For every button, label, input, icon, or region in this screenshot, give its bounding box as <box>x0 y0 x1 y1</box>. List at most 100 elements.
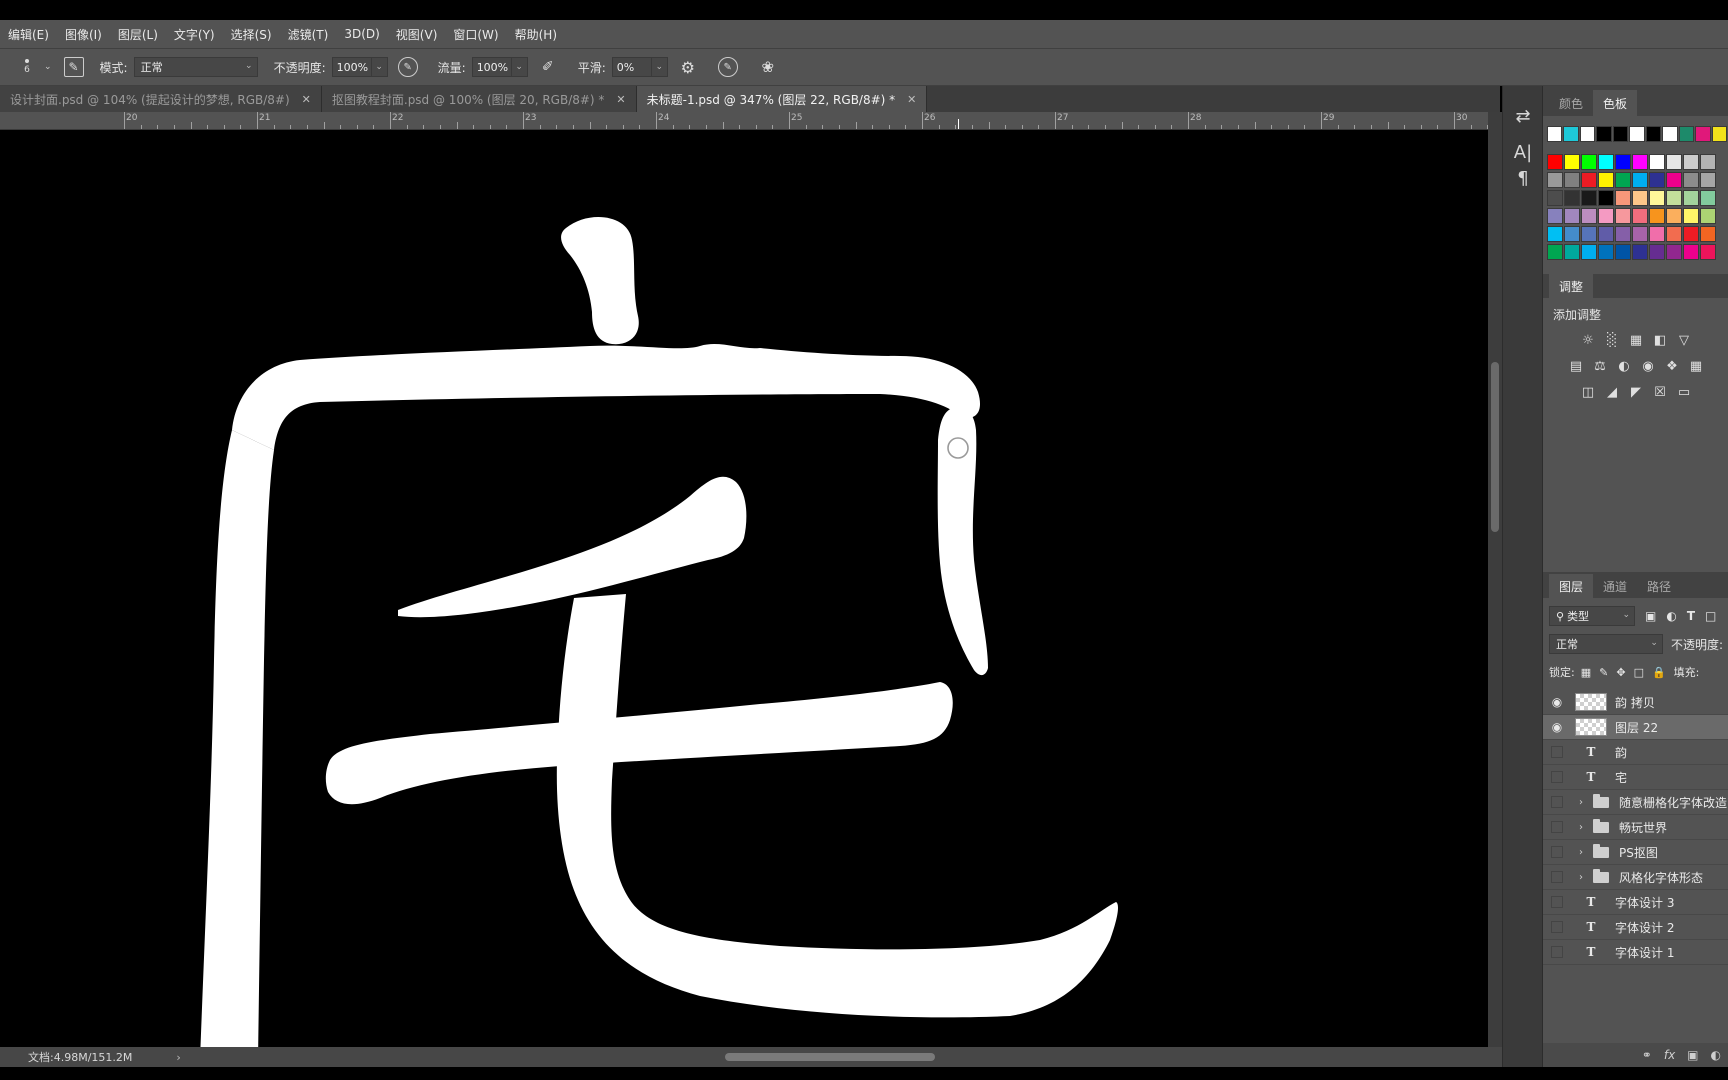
color-swatch[interactable] <box>1666 154 1682 170</box>
close-icon[interactable]: ✕ <box>616 93 625 106</box>
color-swatch[interactable] <box>1632 226 1648 242</box>
tab-document-active[interactable]: 未标题-1.psd @ 347% (图层 22, RGB/8#) * ✕ <box>636 86 928 112</box>
color-swatch[interactable] <box>1666 226 1682 242</box>
menu-filter[interactable]: 滤镜(T) <box>280 26 337 43</box>
visibility-toggle-box[interactable] <box>1551 921 1563 933</box>
eye-icon[interactable]: ◉ <box>1543 720 1571 734</box>
color-swatch[interactable] <box>1564 172 1580 188</box>
color-swatch[interactable] <box>1615 190 1631 206</box>
color-swatch[interactable] <box>1662 126 1678 142</box>
document-canvas[interactable] <box>0 130 1488 1047</box>
layer-row[interactable]: › 风格化字体形态 <box>1543 865 1728 890</box>
layer-kind-filter[interactable]: ⚲ 类型 ⌄ <box>1549 606 1635 626</box>
color-swatch[interactable] <box>1596 126 1612 142</box>
color-swatch[interactable] <box>1579 126 1596 142</box>
menu-view[interactable]: 视图(V) <box>388 26 446 43</box>
group-expand-chevron-icon[interactable]: › <box>1575 822 1587 833</box>
color-swatch[interactable] <box>1700 208 1716 224</box>
filter-adjustment-icon[interactable]: ◐ <box>1666 609 1676 623</box>
color-swatch[interactable] <box>1564 244 1580 260</box>
tab-swatches[interactable]: 色板 <box>1593 90 1638 116</box>
color-swatch[interactable] <box>1615 154 1631 170</box>
color-swatch[interactable] <box>1683 226 1699 242</box>
color-swatch[interactable] <box>1612 126 1629 142</box>
document-size-info[interactable]: 文档:4.98M/151.2M <box>28 1049 132 1065</box>
color-swatch[interactable] <box>1695 126 1711 142</box>
color-swatch[interactable] <box>1547 244 1563 260</box>
color-swatch[interactable] <box>1598 154 1614 170</box>
eye-icon[interactable] <box>1543 871 1571 883</box>
menu-window[interactable]: 窗口(W) <box>445 26 506 43</box>
brush-size-picker[interactable]: 6 <box>16 53 38 81</box>
tab-paths[interactable]: 路径 <box>1637 574 1681 598</box>
color-swatch[interactable] <box>1581 190 1597 206</box>
layer-row[interactable]: › 随意栅格化字体改造 <box>1543 790 1728 815</box>
color-swatch[interactable] <box>1598 244 1614 260</box>
color-swatch[interactable] <box>1700 190 1716 206</box>
brush-picker-chevron-icon[interactable]: ⌄ <box>44 62 52 72</box>
color-swatch[interactable] <box>1649 244 1665 260</box>
color-swatch[interactable] <box>1632 154 1648 170</box>
visibility-toggle-box[interactable] <box>1551 846 1563 858</box>
color-swatch[interactable] <box>1678 126 1695 142</box>
eye-icon[interactable] <box>1543 796 1571 808</box>
color-swatch[interactable] <box>1598 208 1614 224</box>
color-swatch[interactable] <box>1649 190 1665 206</box>
color-swatch[interactable] <box>1649 226 1665 242</box>
color-swatch[interactable] <box>1564 226 1580 242</box>
lock-position-icon[interactable]: ✥ <box>1616 666 1625 679</box>
hue-saturation-icon[interactable]: ▤ <box>1567 357 1585 375</box>
eye-icon[interactable] <box>1543 921 1571 933</box>
color-swatch[interactable] <box>1615 244 1631 260</box>
color-swatch[interactable] <box>1683 172 1699 188</box>
paragraph-panel-icon[interactable]: ¶ <box>1503 160 1543 196</box>
pressure-size-icon[interactable]: ✎ <box>717 57 738 77</box>
blend-mode-select[interactable]: 正常 ⌄ <box>1549 634 1663 654</box>
color-swatch[interactable] <box>1564 208 1580 224</box>
menu-help[interactable]: 帮助(H) <box>507 26 565 43</box>
pressure-opacity-icon[interactable]: ✎ <box>397 57 418 77</box>
color-swatch[interactable] <box>1598 190 1614 206</box>
layer-row[interactable]: › 畅玩世界 <box>1543 815 1728 840</box>
color-swatch[interactable] <box>1666 172 1682 188</box>
tab-document-2[interactable]: 抠图教程封面.psd @ 100% (图层 20, RGB/8#) * ✕ <box>321 86 637 112</box>
link-layers-icon[interactable]: ⚭ <box>1642 1048 1652 1062</box>
airbrush-icon[interactable]: ✐ <box>538 57 558 77</box>
menu-3d[interactable]: 3D(D) <box>336 27 387 41</box>
color-lookup-icon[interactable]: ▦ <box>1687 357 1705 375</box>
group-expand-chevron-icon[interactable]: › <box>1575 847 1587 858</box>
color-swatch[interactable] <box>1632 244 1648 260</box>
eye-icon[interactable] <box>1543 771 1571 783</box>
visibility-toggle-box[interactable] <box>1551 796 1563 808</box>
layer-row[interactable]: T宅 <box>1543 765 1728 790</box>
smoothing-input[interactable]: 0% <box>611 57 652 77</box>
color-swatch[interactable] <box>1581 226 1597 242</box>
tab-document-1[interactable]: 设计封面.psd @ 104% (提起设计的梦想, RGB/8#) ✕ <box>0 86 322 112</box>
menu-select[interactable]: 选择(S) <box>223 26 280 43</box>
color-swatch[interactable] <box>1632 208 1648 224</box>
color-swatch[interactable] <box>1700 226 1716 242</box>
color-swatch[interactable] <box>1547 154 1563 170</box>
color-balance-icon[interactable]: ⚖ <box>1591 357 1609 375</box>
color-swatch[interactable] <box>1564 154 1580 170</box>
color-swatch[interactable] <box>1581 172 1597 188</box>
vertical-scroll-thumb[interactable] <box>1491 362 1499 532</box>
group-expand-chevron-icon[interactable]: › <box>1575 797 1587 808</box>
color-swatch[interactable] <box>1645 126 1662 142</box>
properties-panel-icon[interactable]: ⇄ <box>1503 98 1543 134</box>
visibility-toggle-box[interactable] <box>1551 896 1563 908</box>
color-swatch[interactable] <box>1632 190 1648 206</box>
selective-color-icon[interactable]: ☒ <box>1651 383 1669 401</box>
color-swatch[interactable] <box>1700 244 1716 260</box>
color-swatch[interactable] <box>1581 154 1597 170</box>
color-swatch[interactable] <box>1564 190 1580 206</box>
color-swatch[interactable] <box>1666 244 1682 260</box>
color-swatch[interactable] <box>1700 172 1716 188</box>
color-swatch[interactable] <box>1649 208 1665 224</box>
eye-icon[interactable] <box>1543 746 1571 758</box>
tab-color[interactable]: 颜色 <box>1549 90 1593 116</box>
layer-row[interactable]: ◉ 图层 22 <box>1543 715 1728 740</box>
color-swatch[interactable] <box>1547 226 1563 242</box>
filter-pixel-icon[interactable]: ▣ <box>1645 609 1656 623</box>
lock-transparent-icon[interactable]: ▦ <box>1581 666 1591 679</box>
